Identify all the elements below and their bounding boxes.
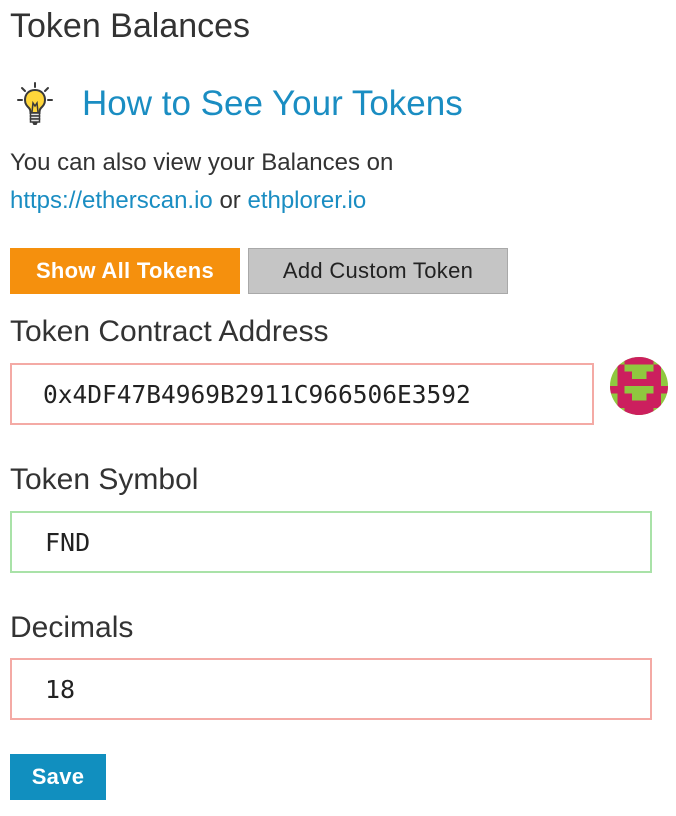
save-button[interactable]: Save [10, 754, 106, 800]
lightbulb-icon [17, 82, 53, 125]
etherscan-link[interactable]: https://etherscan.io [10, 187, 213, 214]
info-links-line: https://etherscan.io or ethplorer.io [10, 182, 393, 220]
page-title: Token Balances [10, 7, 251, 45]
token-balances-panel: Token Balances How to See Your Tokens Yo… [0, 0, 676, 816]
decimals-label: Decimals [10, 611, 134, 644]
symbol-input[interactable] [10, 511, 652, 573]
address-label: Token Contract Address [10, 315, 329, 348]
howto-link[interactable]: How to See Your Tokens [82, 81, 463, 127]
info-text: You can also view your Balances on [10, 149, 394, 176]
show-all-tokens-button[interactable]: Show All Tokens [10, 248, 240, 294]
address-input[interactable] [10, 363, 594, 425]
balances-info: You can also view your Balances on https… [10, 144, 393, 220]
symbol-label: Token Symbol [10, 463, 199, 496]
address-identicon [610, 357, 668, 415]
decimals-input[interactable] [10, 658, 652, 720]
howto-row: How to See Your Tokens [16, 80, 463, 128]
add-custom-token-button[interactable]: Add Custom Token [248, 248, 508, 294]
ethplorer-link[interactable]: ethplorer.io [247, 187, 366, 214]
info-separator: or [212, 187, 248, 214]
